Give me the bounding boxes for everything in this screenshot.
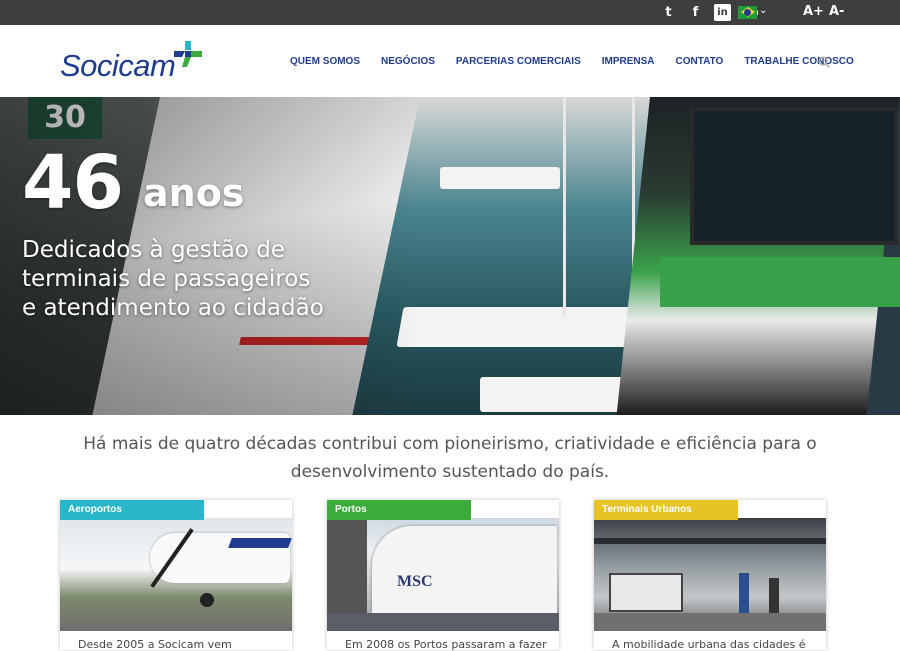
boat-hull: [440, 167, 560, 189]
bus-windshield: [690, 107, 898, 245]
main-nav: QUEM SOMOS NEGÓCIOS PARCERIAS COMERCIAIS…: [290, 56, 875, 67]
logo-text: Socicam: [60, 48, 176, 83]
bus-green-stripe: [660, 257, 900, 307]
card-text: A mobilidade urbana das cidades é: [612, 638, 806, 651]
hero-subtitle-line: terminais de passageiros: [22, 266, 311, 292]
nav-parcerias-comerciais[interactable]: PARCERIAS COMERCIAIS: [456, 56, 581, 67]
font-increase-button[interactable]: A+: [803, 4, 824, 19]
card-image-ship: MSC: [327, 518, 559, 631]
hero-banner: 30 46 anos Dedicados à gestão de termina…: [0, 97, 900, 415]
card-tag: Terminais Urbanos: [594, 500, 738, 520]
card-portos[interactable]: Portos MSC Em 2008 os Portos passaram a …: [327, 500, 559, 651]
socicam-logo[interactable]: Socicam: [60, 41, 210, 86]
nav-contato[interactable]: CONTATO: [676, 56, 724, 67]
logo-cross-icon: [174, 41, 202, 67]
search-icon[interactable]: [818, 56, 830, 68]
card-text: Em 2008 os Portos passaram a fazer: [345, 638, 547, 651]
nav-imprensa[interactable]: IMPRENSA: [602, 56, 655, 67]
card-tag: Aeroportos: [60, 500, 204, 520]
boat-mast: [563, 97, 566, 317]
nav-negocios[interactable]: NEGÓCIOS: [381, 56, 435, 67]
card-text: Desde 2005 a Socicam vem: [78, 638, 232, 651]
font-decrease-button[interactable]: A-: [829, 4, 844, 19]
brazil-flag-icon[interactable]: [738, 6, 757, 19]
card-image-bus-terminal: [594, 518, 826, 631]
chevron-down-icon[interactable]: ⌄: [759, 5, 767, 16]
site-header: Socicam QUEM SOMOS NEGÓCIOS PARCERIAS CO…: [0, 25, 900, 97]
card-image-airplane: [60, 518, 292, 631]
boat-hull: [396, 307, 634, 347]
linkedin-icon[interactable]: in: [714, 4, 731, 21]
card-tag: Portos: [327, 500, 471, 520]
hero-years-unit: anos: [143, 171, 245, 215]
nav-quem-somos[interactable]: QUEM SOMOS: [290, 56, 360, 67]
twitter-icon[interactable]: t: [660, 4, 677, 21]
card-terminais-urbanos[interactable]: Terminais Urbanos A mobilidade urbana da…: [594, 500, 826, 651]
hero-years-number: 46: [22, 140, 124, 226]
card-aeroportos[interactable]: Aeroportos Desde 2005 a Socicam vem: [60, 500, 292, 651]
facebook-icon[interactable]: f: [687, 4, 704, 21]
hero-subtitle-line: Dedicados à gestão de: [22, 237, 285, 263]
hero-subtitle-line: e atendimento ao cidadão: [22, 295, 324, 321]
intro-text: Há mais de quatro décadas contribui com …: [83, 434, 817, 482]
nav-trabalhe-conosco[interactable]: TRABALHE CONOSCO: [744, 56, 853, 67]
top-bar: t f in You ⌄ A+ A-: [0, 0, 900, 25]
hero-subtitle: Dedicados à gestão de terminais de passa…: [22, 236, 382, 323]
